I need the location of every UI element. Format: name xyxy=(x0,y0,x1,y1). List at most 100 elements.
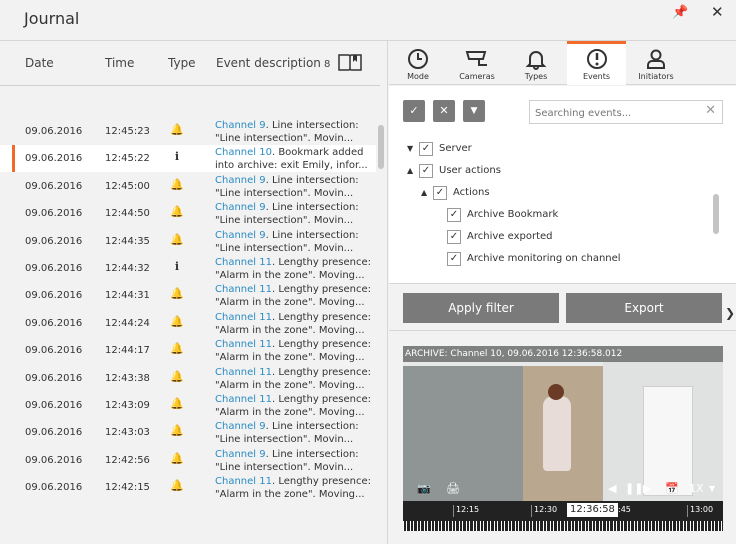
pause-icon[interactable]: ❚❚ xyxy=(625,482,643,495)
tree-item[interactable]: ✓ Archive monitoring on channel xyxy=(389,252,709,270)
collapse-up-icon[interactable]: ▲ xyxy=(407,166,413,175)
tree-scrollbar[interactable] xyxy=(713,194,719,234)
header-description[interactable]: Event description xyxy=(216,56,321,70)
bell-icon: 🔔 xyxy=(170,123,184,136)
search-input[interactable] xyxy=(535,102,695,125)
tree-item[interactable]: ▲ ✓ Actions xyxy=(389,186,709,204)
tree-checkbox[interactable]: ✓ xyxy=(447,230,461,244)
table-row[interactable]: 09.06.2016 12:45:00 🔔 Channel 9. Line inter… xyxy=(0,173,376,200)
description-line2: "Alarm in the zone". Moving... xyxy=(215,407,365,418)
export-button[interactable]: Export xyxy=(566,293,722,323)
check-all-button[interactable]: ✓ xyxy=(403,100,425,122)
bell-icon xyxy=(525,51,547,70)
channel-link[interactable]: Channel 11 xyxy=(215,312,272,323)
table-row[interactable]: 09.06.2016 12:44:31 🔔 Channel 11. Lengthy p… xyxy=(0,282,376,309)
expand-down-icon[interactable]: ▼ xyxy=(407,144,413,153)
apply-filter-button[interactable]: Apply filter xyxy=(403,293,559,323)
table-row[interactable]: 09.06.2016 12:45:22 i Channel 10. Bookmark … xyxy=(0,145,376,173)
description-line2: "Line intersection". Movin... xyxy=(215,434,354,446)
table-row[interactable]: 09.06.2016 12:44:17 🔔 Channel 11. Lengthy p… xyxy=(0,337,376,364)
tree-checkbox[interactable]: ✓ xyxy=(447,252,461,266)
snapshot-icon[interactable]: 📷 xyxy=(417,482,431,495)
table-row[interactable]: 09.06.2016 12:44:35 🔔 Channel 9. Line inter… xyxy=(0,228,376,255)
table-row[interactable]: 09.06.2016 12:42:15 🔔 Channel 11. Lengthy p… xyxy=(0,474,376,501)
step-back-icon[interactable]: ◀ xyxy=(608,482,616,495)
chevron-right-icon[interactable]: ❯ xyxy=(725,306,735,320)
description-line2: "Alarm in the zone". Moving... xyxy=(215,324,365,336)
header-date[interactable]: Date xyxy=(25,56,54,70)
timeline-tick: 13:00 xyxy=(687,505,713,517)
table-row[interactable]: 09.06.2016 12:44:24 🔔 Channel 11. Lengthy p… xyxy=(0,310,376,337)
cell-description: Channel 9. Line intersection: "Line inter… xyxy=(215,174,375,200)
table-row[interactable]: 09.06.2016 12:42:56 🔔 Channel 9. Line inter… xyxy=(0,447,376,474)
bell-icon: 🔔 xyxy=(170,287,184,301)
table-row[interactable]: 09.06.2016 12:45:23 🔔 Channel 9. Line inter… xyxy=(0,118,376,145)
cell-time: 12:45:00 xyxy=(105,180,150,192)
channel-link[interactable]: Channel 9 xyxy=(215,230,266,241)
dropdown-button[interactable]: ▼ xyxy=(463,100,485,122)
video-person xyxy=(543,396,571,471)
tab-initiators[interactable]: Initiators xyxy=(628,41,684,85)
tree-item[interactable]: ▼ ✓ Server xyxy=(389,142,709,160)
header-type[interactable]: Type xyxy=(168,56,196,70)
book-icon[interactable] xyxy=(338,53,362,71)
uncheck-all-button[interactable]: ✕ xyxy=(433,100,455,122)
channel-link[interactable]: Channel 11 xyxy=(215,394,272,405)
pin-icon[interactable]: 📌 xyxy=(672,5,688,20)
clear-search-icon[interactable]: ✕ xyxy=(705,103,716,118)
channel-link[interactable]: Channel 9 xyxy=(215,202,266,213)
tree-checkbox[interactable]: ✓ xyxy=(447,208,461,222)
bell-icon: 🔔 xyxy=(170,451,184,465)
bell-icon: 🔔 xyxy=(170,479,184,493)
channel-link[interactable]: Channel 11 xyxy=(215,284,272,295)
channel-link[interactable]: Channel 9 xyxy=(215,175,266,186)
playback-speed[interactable]: 1X xyxy=(689,482,704,495)
collapse-up-icon[interactable]: ▲ xyxy=(421,188,427,197)
tab-cameras[interactable]: Cameras xyxy=(449,41,505,85)
channel-link[interactable]: Channel 9 xyxy=(215,421,266,432)
close-icon[interactable]: ✕ xyxy=(711,3,724,21)
channel-link[interactable]: Channel 9 xyxy=(215,120,266,131)
channel-link[interactable]: Channel 11 xyxy=(215,257,272,268)
channel-link[interactable]: Channel 11 xyxy=(215,476,272,487)
clock-icon xyxy=(408,49,428,69)
event-count: 8 xyxy=(324,59,331,70)
description-line2: "Line intersection". Movin... xyxy=(215,187,354,199)
print-icon[interactable]: 🖨 xyxy=(446,482,460,495)
table-scrollbar[interactable] xyxy=(378,125,384,169)
description-line1: . Lengthy presence: xyxy=(271,366,372,378)
cell-time: 12:44:50 xyxy=(105,208,150,220)
tree-item[interactable]: ▲ ✓ User actions xyxy=(389,164,709,182)
title-bar: Journal 📌 ✕ xyxy=(0,0,736,41)
table-row[interactable]: 09.06.2016 12:43:09 🔔 Channel 11. Lengthy p… xyxy=(0,392,376,419)
table-row[interactable]: 09.06.2016 12:43:03 🔔 Channel 9. Line inter… xyxy=(0,419,376,446)
description-line1: . Line intersection: xyxy=(265,421,359,433)
tab-types[interactable]: Types xyxy=(508,41,564,85)
play-icon[interactable]: ▶ xyxy=(643,482,651,495)
speed-dropdown-icon[interactable]: ▼ xyxy=(709,484,715,493)
tree-checkbox[interactable]: ✓ xyxy=(433,186,447,200)
table-row[interactable]: 09.06.2016 12:44:50 🔔 Channel 9. Line inter… xyxy=(0,200,376,227)
description-line1: . Lengthy presence: xyxy=(271,311,372,323)
table-row[interactable]: 09.06.2016 12:44:32 i Channel 11. Lengthy p… xyxy=(0,255,376,282)
description-line1: . Lengthy presence: xyxy=(271,394,372,405)
cell-date: 09.06.2016 xyxy=(25,400,83,411)
channel-link[interactable]: Channel 11 xyxy=(215,339,272,350)
channel-link[interactable]: Channel 9 xyxy=(215,449,266,460)
tree-label: Actions xyxy=(453,187,490,198)
tree-item[interactable]: ✓ Archive Bookmark xyxy=(389,208,709,226)
tab-events[interactable]: Events xyxy=(567,41,626,85)
tree-checkbox[interactable]: ✓ xyxy=(419,164,433,178)
header-time[interactable]: Time xyxy=(105,56,134,70)
tree-checkbox[interactable]: ✓ xyxy=(419,142,433,156)
tree-item[interactable]: ✓ Archive exported xyxy=(389,230,709,248)
description-line2: "Alarm in the zone". Moving... xyxy=(215,379,365,391)
archive-video[interactable]: ARCHIVE: Channel 10, 09.06.2016 12:36:58… xyxy=(403,346,723,531)
channel-link[interactable]: Channel 10 xyxy=(215,147,272,158)
calendar-icon[interactable]: 📅 xyxy=(665,482,679,495)
tab-mode[interactable]: Mode xyxy=(390,41,446,85)
timeline-track[interactable] xyxy=(403,521,723,531)
timeline[interactable]: 12:15 12:30 :45 13:00 12:36:58 xyxy=(403,501,723,531)
channel-link[interactable]: Channel 11 xyxy=(215,367,272,378)
table-row[interactable]: 09.06.2016 12:43:38 🔔 Channel 11. Lengthy p… xyxy=(0,365,376,392)
